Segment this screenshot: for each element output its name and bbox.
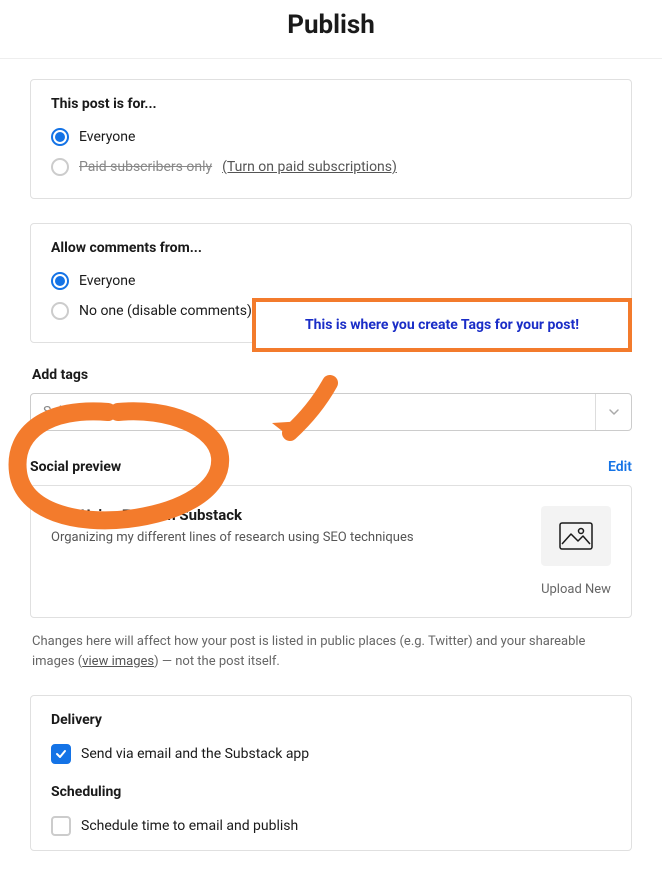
annotation-callout: This is where you create Tags for your p… — [252, 298, 632, 352]
preview-subtitle: Organizing my different lines of researc… — [51, 530, 521, 545]
social-help-text: Changes here will affect how your post i… — [32, 632, 630, 671]
radio-selected-icon — [51, 272, 69, 290]
preview-title: Tip: Using Tags on Substack — [51, 506, 521, 524]
turn-on-paid-link[interactable]: (Turn on paid subscriptions) — [222, 159, 397, 175]
comments-option-everyone[interactable]: Everyone — [51, 266, 611, 296]
audience-everyone-label: Everyone — [79, 129, 135, 145]
delivery-heading: Delivery — [51, 712, 611, 728]
schedule-option[interactable]: Schedule time to email and publish — [51, 810, 611, 842]
view-images-link[interactable]: view images — [82, 654, 154, 669]
send-email-option[interactable]: Send via email and the Substack app — [51, 738, 611, 770]
schedule-label: Schedule time to email and publish — [81, 818, 298, 834]
comments-everyone-label: Everyone — [79, 273, 135, 289]
delivery-card: Delivery Send via email and the Substack… — [30, 695, 632, 851]
social-preview-card: Tip: Using Tags on Substack Organizing m… — [30, 485, 632, 618]
upload-new-button[interactable]: Upload New — [541, 582, 611, 597]
comments-noone-label: No one (disable comments) — [79, 303, 252, 319]
image-placeholder-icon — [541, 506, 611, 566]
comments-heading: Allow comments from... — [51, 240, 611, 256]
page-title: Publish — [0, 0, 662, 59]
edit-button[interactable]: Edit — [608, 459, 632, 475]
checkbox-checked-icon — [51, 744, 71, 764]
scheduling-heading: Scheduling — [51, 784, 611, 800]
send-email-label: Send via email and the Substack app — [81, 746, 309, 762]
radio-selected-icon — [51, 128, 69, 146]
tags-placeholder: Select... — [31, 404, 595, 420]
tags-heading: Add tags — [32, 367, 630, 383]
chevron-down-icon — [595, 394, 631, 430]
social-heading: Social preview — [30, 459, 121, 475]
radio-unselected-icon — [51, 302, 69, 320]
audience-option-everyone[interactable]: Everyone — [51, 122, 611, 152]
audience-paid-label: Paid subscribers only — [79, 159, 212, 175]
radio-unselected-icon — [51, 158, 69, 176]
tags-select[interactable]: Select... — [30, 393, 632, 431]
audience-heading: This post is for... — [51, 96, 611, 112]
audience-option-paid[interactable]: Paid subscribers only (Turn on paid subs… — [51, 152, 611, 182]
audience-card: This post is for... Everyone Paid subscr… — [30, 79, 632, 199]
checkbox-unchecked-icon — [51, 816, 71, 836]
